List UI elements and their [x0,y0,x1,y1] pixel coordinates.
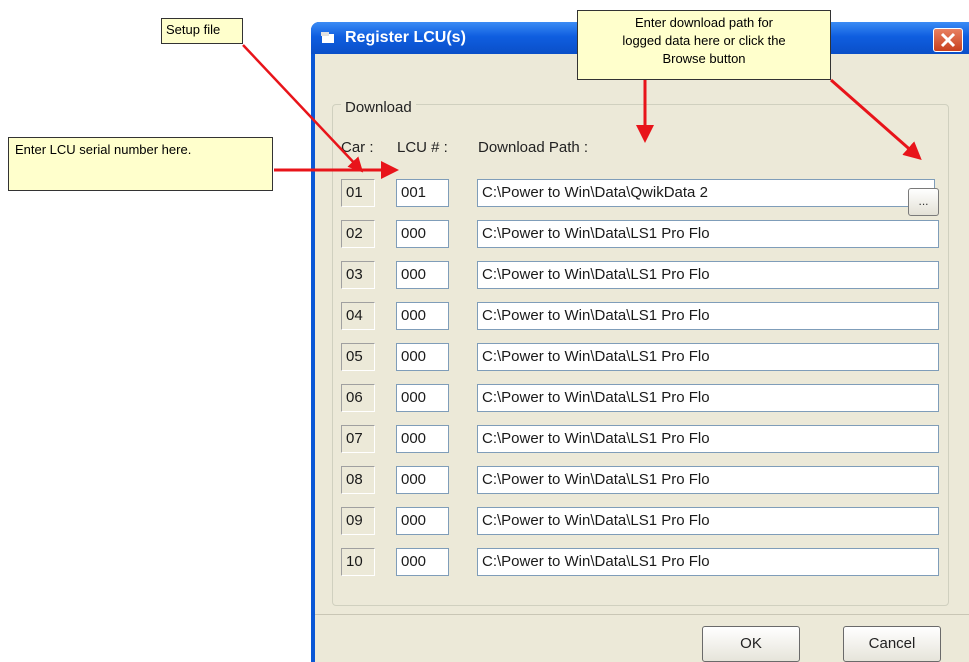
download-path-input[interactable]: C:\Power to Win\Data\LS1 Pro Flo [477,302,939,330]
car-number: 09 [341,507,375,535]
lcu-serial-input[interactable]: 000 [396,384,449,412]
callout-line: Browse button [662,51,746,66]
car-number: 02 [341,220,375,248]
ok-button[interactable]: OK [702,626,800,662]
download-path-input[interactable]: C:\Power to Win\Data\LS1 Pro Flo [477,425,939,453]
car-number: 08 [341,466,375,494]
close-button[interactable] [933,28,963,52]
download-path-input[interactable]: C:\Power to Win\Data\LS1 Pro Flo [477,343,939,371]
lcu-serial-input[interactable]: 000 [396,466,449,494]
download-path-input[interactable]: C:\Power to Win\Data\QwikData 2 [477,179,935,207]
car-number: 01 [341,179,375,207]
car-number: 03 [341,261,375,289]
download-path-input[interactable]: C:\Power to Win\Data\LS1 Pro Flo [477,220,939,248]
app-icon [321,32,334,43]
lcu-serial-input[interactable]: 000 [396,261,449,289]
dialog-body: Download Car : LCU # : Download Path : 0… [315,54,969,662]
car-number: 06 [341,384,375,412]
lcu-serial-input[interactable]: 000 [396,548,449,576]
path-header: Download Path : [478,139,589,156]
cancel-button[interactable]: Cancel [843,626,941,662]
close-icon [940,32,956,48]
setup-file-callout: Setup file [161,18,243,44]
car-number: 05 [341,343,375,371]
download-path-input[interactable]: C:\Power to Win\Data\LS1 Pro Flo [477,507,939,535]
download-path-input[interactable]: C:\Power to Win\Data\LS1 Pro Flo [477,384,939,412]
download-path-callout: Enter download path for logged data here… [577,10,831,80]
dialog-title: Register LCU(s) [345,29,466,46]
browse-button[interactable]: ... [908,188,939,216]
group-label: Download [341,99,416,116]
car-header: Car : [341,139,374,156]
lcu-header: LCU # : [397,139,448,156]
lcu-serial-input[interactable]: 000 [396,343,449,371]
register-lcu-dialog: Register LCU(s) Download Car : LCU # : D… [311,22,969,662]
lcu-serial-input[interactable]: 001 [396,179,449,207]
car-number: 07 [341,425,375,453]
lcu-serial-input[interactable]: 000 [396,302,449,330]
download-path-input[interactable]: C:\Power to Win\Data\LS1 Pro Flo [477,261,939,289]
download-path-input[interactable]: C:\Power to Win\Data\LS1 Pro Flo [477,548,939,576]
callout-line: Enter download path for [634,15,774,30]
lcu-serial-input[interactable]: 000 [396,220,449,248]
footer-divider [315,614,969,615]
lcu-serial-input[interactable]: 000 [396,425,449,453]
download-path-input[interactable]: C:\Power to Win\Data\LS1 Pro Flo [477,466,939,494]
lcu-serial-input[interactable]: 000 [396,507,449,535]
car-number: 04 [341,302,375,330]
callout-line: logged data here or click the [622,33,786,48]
serial-number-callout: Enter LCU serial number here. [8,137,273,191]
car-number: 10 [341,548,375,576]
